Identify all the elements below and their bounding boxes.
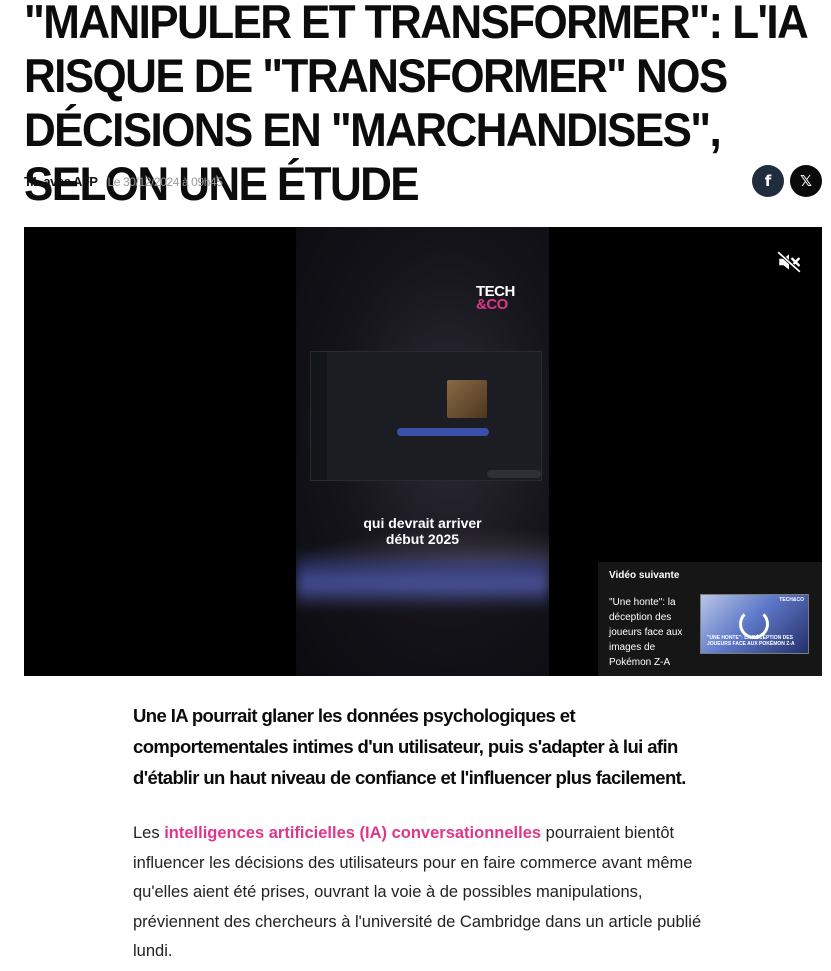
x-share-button[interactable]: 𝕏 (790, 165, 822, 197)
article-lead: Une IA pourrait glaner les données psych… (133, 705, 686, 788)
frame-band (296, 549, 549, 609)
author[interactable]: T.L avec AFP (24, 174, 98, 189)
publish-date: Le 30/12/2024 à 09h45 (107, 175, 223, 189)
facebook-icon: f (764, 172, 772, 190)
caption-line-2: début 2025 (385, 531, 460, 547)
caption-line-1: qui devrait arriver (363, 515, 482, 531)
share-buttons: f 𝕏 (752, 165, 822, 197)
ia-conversationnelles-link[interactable]: intelligences artificielles (IA) convers… (164, 824, 541, 842)
screen-box-image (447, 380, 487, 418)
byline: T.L avec AFP Le 30/12/2024 à 09h45 (24, 174, 223, 189)
screen-sidebar (311, 352, 327, 480)
next-video-panel[interactable]: Vidéo suivante "Une honte": la déception… (598, 562, 822, 676)
next-video-thumbnail[interactable]: TECH&CO "UNE HONTE": LA DÉCEPTION DES JO… (700, 594, 809, 654)
next-video-title[interactable]: "Une honte": la déception des joueurs fa… (609, 595, 693, 670)
screen-chat-bubble (397, 428, 489, 436)
video-player[interactable]: TECH &CO qui devrait arriver début 2025 … (24, 227, 822, 676)
thumb-text: "UNE HONTE": LA DÉCEPTION DES JOUEURS FA… (707, 635, 795, 647)
next-video-label: Vidéo suivante (609, 570, 680, 581)
volume-muted-icon[interactable] (776, 249, 802, 275)
screen-recording (310, 351, 542, 481)
video-frame: TECH &CO qui devrait arriver début 2025 (296, 227, 549, 676)
para-prefix: Les (133, 824, 165, 842)
x-icon: 𝕏 (799, 172, 813, 190)
article-paragraph: Les intelligences artificielles (IA) con… (133, 819, 733, 967)
facebook-share-button[interactable]: f (752, 165, 784, 197)
screen-recording-badge (487, 470, 541, 478)
para-suffix: pourraient bientôt influencer les décisi… (133, 824, 702, 960)
video-caption: qui devrait arriver début 2025 (296, 515, 549, 547)
thumb-logo: TECH&CO (779, 597, 804, 603)
techco-logo: TECH &CO (476, 284, 515, 312)
